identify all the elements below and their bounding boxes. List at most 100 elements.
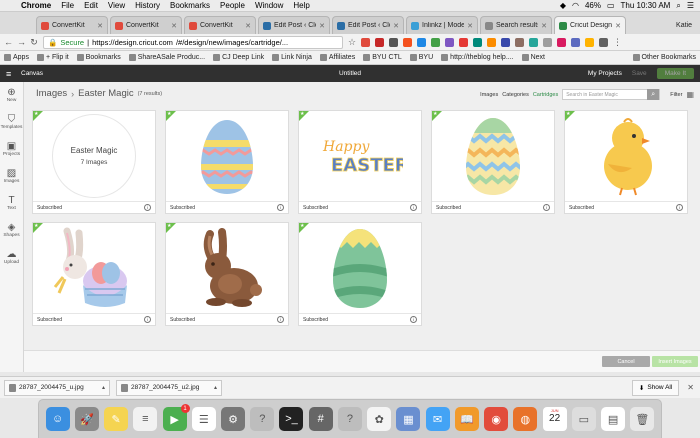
bookmark-item[interactable]: Next (521, 54, 545, 61)
filter-button[interactable]: Filter (670, 92, 682, 98)
firefox-icon[interactable]: ◍ (513, 407, 538, 431)
info-icon[interactable]: i (144, 316, 151, 323)
extension-icon-13[interactable] (529, 37, 538, 47)
extension-icon-12[interactable] (515, 37, 524, 47)
sidebar-item-text[interactable]: T Text (0, 190, 23, 217)
bookmark-item[interactable]: CJ Deep Link (213, 54, 264, 61)
sidebar-item-shapes[interactable]: ◈ Shapes (0, 217, 23, 244)
search-icon[interactable]: ⌕ (647, 89, 660, 100)
info-icon[interactable]: i (277, 316, 284, 323)
tab-close-icon[interactable]: ✕ (541, 22, 547, 30)
happy-easter-text-image[interactable]: Happy EASTER (299, 111, 421, 201)
spotlight-icon[interactable]: ⌕ (676, 1, 680, 11)
trash-separator-icon[interactable]: ▭ (571, 407, 596, 431)
extension-icon-3[interactable] (389, 37, 398, 47)
reminders-icon[interactable]: ☰ (191, 407, 216, 431)
my-projects-link[interactable]: My Projects (588, 70, 622, 77)
browser-tab[interactable]: ConvertKit ✕ (184, 16, 256, 34)
extension-icon-7[interactable] (445, 37, 454, 47)
browser-tab[interactable]: Edit Post ‹ Clo ✕ (258, 16, 330, 34)
bookmark-item[interactable]: Link Ninja (272, 54, 312, 61)
terminal-icon[interactable]: >_ (279, 407, 304, 431)
dropbox-icon[interactable]: ◆ (560, 1, 566, 10)
browser-tab[interactable]: Cricut Design ✕ (554, 16, 626, 34)
show-all-downloads-button[interactable]: ⬇ Show All (631, 379, 680, 396)
extension-icon-11[interactable] (501, 37, 510, 47)
forward-icon[interactable]: → (17, 37, 26, 47)
battery-icon[interactable]: ▭ (607, 1, 615, 10)
wifi-icon[interactable]: ◠ (572, 1, 579, 10)
browser-tab[interactable]: Search results ✕ (480, 16, 552, 34)
make-it-button[interactable]: Make It (656, 68, 694, 79)
system-preferences-icon[interactable]: ⚙ (221, 407, 246, 431)
notification-center-icon[interactable]: ☰ (687, 1, 694, 10)
tab-categories[interactable]: Categories (502, 92, 529, 98)
chrome-menu-icon[interactable]: ⋮ (613, 37, 622, 48)
notes-icon[interactable]: ✎ (104, 407, 129, 431)
info-icon[interactable]: i (144, 204, 151, 211)
striped-egg-blue-image[interactable] (166, 111, 288, 201)
extension-icon-10[interactable] (487, 37, 496, 47)
preview-icon[interactable]: ▦ (396, 407, 421, 431)
calendar-icon[interactable]: JUN 22 (542, 407, 567, 431)
download-item[interactable]: 28787_2004475_u2.jpg ▴ (116, 379, 222, 396)
bookmark-item[interactable]: + Flip it (36, 54, 69, 61)
messages-icon[interactable]: ✉ (425, 407, 450, 431)
image-card-green-egg[interactable]: ★ Subscribed i (298, 222, 422, 326)
browser-tab[interactable]: ConvertKit ✕ (36, 16, 108, 34)
grid-view-icon[interactable]: ▦ (686, 90, 694, 99)
facetime-icon[interactable]: ▶ 1 (162, 404, 190, 431)
zigzag-egg-image[interactable] (432, 111, 554, 201)
bookmark-item[interactable]: Affiliates (319, 54, 355, 61)
tab-close-icon[interactable]: ✕ (319, 22, 325, 30)
info-icon[interactable]: i (543, 204, 550, 211)
tab-images[interactable]: Images (480, 92, 498, 98)
battery-percent[interactable]: 46% (585, 1, 601, 10)
tab-close-icon[interactable]: ✕ (245, 22, 251, 30)
menu-window[interactable]: Window (250, 1, 288, 10)
bunny-basket-image[interactable] (33, 223, 155, 313)
sidebar-item-projects[interactable]: ▣ Projects (0, 136, 23, 163)
tab-cartridges[interactable]: Cartridges (533, 92, 558, 98)
easter-magic-set-image[interactable]: Easter Magic 7 Images (33, 111, 155, 201)
help-2-icon[interactable]: ? (337, 407, 362, 431)
breadcrumb-images[interactable]: Images (36, 88, 67, 99)
other-bookmarks[interactable]: Other Bookmarks (632, 54, 696, 61)
tab-close-icon[interactable]: ✕ (171, 22, 177, 30)
browser-tab[interactable]: Edit Post ‹ Clo ✕ (332, 16, 404, 34)
image-card-bunny-basket[interactable]: ★ Subscribed i (32, 222, 156, 326)
extension-icon-14[interactable] (543, 37, 552, 47)
sidebar-item-templates[interactable]: ⛉ Templates (0, 109, 23, 136)
extension-icon-4[interactable] (403, 37, 412, 47)
image-card-happy-easter-text[interactable]: Happy EASTER ★ Subscribed i (298, 110, 422, 214)
clock[interactable]: Thu 10:30 AM (621, 1, 671, 10)
browser-tab[interactable]: Inlinkz | Moder ✕ (406, 16, 478, 34)
back-icon[interactable]: ← (4, 37, 13, 47)
image-card-zigzag-egg[interactable]: ★ Subscribed i (431, 110, 555, 214)
calculator-icon[interactable]: # (308, 407, 333, 431)
sidebar-item-images[interactable]: ▨ Images (0, 163, 23, 190)
chrome-icon[interactable]: ◉ (484, 407, 509, 431)
extension-icon-1[interactable] (361, 37, 370, 47)
insert-images-button[interactable]: Insert Images (652, 356, 698, 367)
image-card-easter-magic-set[interactable]: Easter Magic 7 Images ★ Subscribed i (32, 110, 156, 214)
pinterest-extension-icon[interactable] (375, 37, 384, 47)
yellow-chick-image[interactable] (565, 111, 687, 201)
menu-view[interactable]: View (103, 1, 130, 10)
extension-icon-9[interactable] (473, 37, 482, 47)
menu-help[interactable]: Help (288, 1, 314, 10)
close-icon[interactable]: ✕ (687, 383, 694, 392)
download-item[interactable]: 28787_2004475_u.jpg ▴ (4, 379, 110, 396)
menu-bookmarks[interactable]: Bookmarks (165, 1, 215, 10)
ibooks-icon[interactable]: 📖 (454, 407, 479, 431)
hamburger-menu-icon[interactable]: ≡ (6, 69, 15, 79)
bookmark-item[interactable]: BYU (409, 54, 433, 61)
launchpad-icon[interactable]: 🚀 (74, 407, 99, 431)
sidebar-item-upload[interactable]: ☁ Upload (0, 244, 23, 271)
tab-close-icon[interactable]: ✕ (393, 22, 399, 30)
extension-icon-8[interactable] (459, 37, 468, 47)
extension-icon-6[interactable] (431, 37, 440, 47)
tab-close-icon[interactable]: ✕ (467, 22, 473, 30)
cancel-button[interactable]: Cancel (602, 356, 650, 367)
downloads-stack-icon[interactable]: ▤ (601, 407, 626, 431)
